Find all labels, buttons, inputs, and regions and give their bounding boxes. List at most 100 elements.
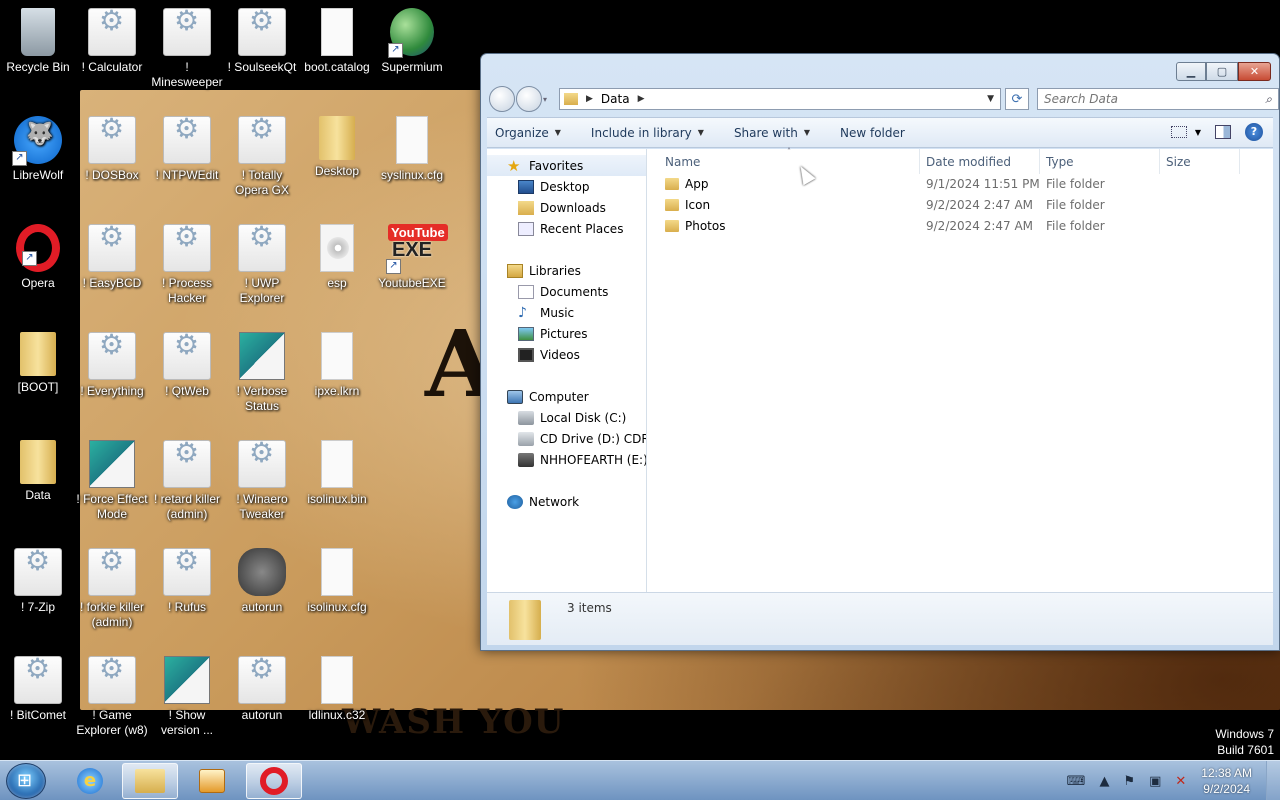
- explorer-window[interactable]: ▁ ▢ ✕ ▾ ▶ Data ▶ ▼ ⟳ ⌕ Organize ▼ Include…: [480, 53, 1280, 651]
- nav-usb-drive[interactable]: NHHOFEARTH (E:): [487, 449, 646, 470]
- taskbar-media-player[interactable]: [184, 763, 240, 799]
- file-row[interactable]: App 9/1/2024 11:51 PM File folder: [647, 174, 1273, 195]
- back-button[interactable]: [489, 86, 515, 112]
- desktop-icon-isolinux-cfg[interactable]: isolinux.cfg: [299, 548, 375, 615]
- file-row[interactable]: Icon 9/2/2024 2:47 AM File folder: [647, 195, 1273, 216]
- nav-local-disk[interactable]: Local Disk (C:): [487, 407, 646, 428]
- desktop-icon-process-hacker[interactable]: ! Process Hacker: [149, 224, 225, 306]
- desktop-icon-winaero-tweaker[interactable]: ! Winaero Tweaker: [224, 440, 300, 522]
- nav-videos[interactable]: Videos: [487, 344, 646, 365]
- desktop-icon-ipxe[interactable]: ipxe.lkrn: [299, 332, 375, 399]
- organize-button[interactable]: Organize ▼: [495, 126, 561, 140]
- taskbar-windows-explorer[interactable]: [122, 763, 178, 799]
- forward-button[interactable]: [516, 86, 542, 112]
- desktop-icon-calculator[interactable]: ! Calculator: [74, 8, 150, 75]
- taskbar-opera[interactable]: [246, 763, 302, 799]
- start-button[interactable]: [6, 763, 46, 799]
- close-button[interactable]: ✕: [1238, 62, 1271, 81]
- breadcrumb-chevron-icon[interactable]: ▶: [586, 94, 593, 104]
- nav-downloads[interactable]: Downloads: [487, 197, 646, 218]
- nav-recent-places[interactable]: Recent Places: [487, 218, 646, 239]
- address-bar[interactable]: ▶ Data ▶ ▼: [559, 88, 1001, 110]
- preview-pane-icon[interactable]: [1215, 125, 1231, 139]
- desktop-icon-game-explorer[interactable]: ! Game Explorer (w8): [74, 656, 150, 738]
- desktop-icon-show-version[interactable]: ! Show version ...: [149, 656, 225, 738]
- search-input[interactable]: [1044, 92, 1254, 106]
- show-hidden-icons-icon[interactable]: ▲: [1099, 774, 1109, 789]
- breadcrumb-chevron-icon[interactable]: ▶: [638, 94, 645, 104]
- volume-muted-icon[interactable]: ✕: [1175, 774, 1186, 789]
- column-header-size[interactable]: Size: [1166, 155, 1191, 169]
- file-list[interactable]: Name ˄ Date modified Type Size App 9/1/20…: [647, 147, 1273, 592]
- desktop-icon-recycle-bin[interactable]: Recycle Bin: [0, 8, 76, 75]
- nav-documents[interactable]: Documents: [487, 281, 646, 302]
- include-in-library-button[interactable]: Include in library ▼: [591, 126, 704, 140]
- desktop-icon-boot-catalog[interactable]: boot.catalog: [299, 8, 375, 75]
- desktop-icon-easybcd[interactable]: ! EasyBCD: [74, 224, 150, 291]
- new-folder-button[interactable]: New folder: [840, 126, 905, 140]
- search-box[interactable]: ⌕: [1037, 88, 1279, 110]
- desktop-icon-boot[interactable]: [BOOT]: [0, 332, 76, 395]
- desktop-icon-qtweb[interactable]: ! QtWeb: [149, 332, 225, 399]
- desktop-icon-desktop-folder[interactable]: Desktop: [299, 116, 375, 179]
- desktop-icon-dosbox[interactable]: ! DOSBox: [74, 116, 150, 183]
- help-icon[interactable]: ?: [1245, 123, 1263, 141]
- file-row[interactable]: Photos 9/2/2024 2:47 AM File folder: [647, 216, 1273, 237]
- keyboard-icon[interactable]: ⌨: [1067, 774, 1086, 789]
- desktop-icon-ldlinux[interactable]: ldlinux.c32: [299, 656, 375, 723]
- desktop-icon-supermium[interactable]: Supermium: [374, 8, 450, 75]
- show-desktop-button[interactable]: [1266, 761, 1280, 800]
- column-header-date-modified[interactable]: Date modified: [926, 155, 1011, 169]
- nav-network[interactable]: Network: [487, 491, 646, 512]
- column-header-name[interactable]: Name: [665, 155, 700, 169]
- desktop-icon-uwp-explorer[interactable]: ! UWP Explorer: [224, 224, 300, 306]
- column-header-type[interactable]: Type: [1046, 155, 1074, 169]
- desktop-icon-esp[interactable]: esp: [299, 224, 375, 291]
- recent-pages-dropdown[interactable]: ▾: [543, 95, 551, 104]
- desktop-icon-retard-killer[interactable]: ! retard killer (admin): [149, 440, 225, 522]
- change-view-button[interactable]: ▼: [1170, 126, 1201, 138]
- action-center-flag-icon[interactable]: ⚑: [1123, 774, 1135, 789]
- desktop-icon-syslinux-cfg[interactable]: syslinux.cfg: [374, 116, 450, 183]
- desktop-icon-force-effect-mode[interactable]: ! Force Effect Mode: [74, 440, 150, 522]
- breadcrumb-data[interactable]: Data: [601, 92, 630, 106]
- nav-favorites[interactable]: ★ Favorites: [487, 155, 646, 176]
- desktop-icon-minesweeper[interactable]: ! Minesweeper: [149, 8, 225, 90]
- desktop-icon-autorun-2[interactable]: autorun: [224, 656, 300, 723]
- desktop-icon-totally-opera-gx[interactable]: ! Totally Opera GX: [224, 116, 300, 198]
- nav-pictures[interactable]: Pictures: [487, 323, 646, 344]
- nav-desktop[interactable]: Desktop: [487, 176, 646, 197]
- nav-computer[interactable]: Computer: [487, 386, 646, 407]
- desktop-icon-youtubeexe[interactable]: YouTubeEXE YoutubeEXE: [374, 224, 450, 291]
- network-icon[interactable]: ▣: [1149, 774, 1161, 789]
- column-divider[interactable]: [1239, 149, 1240, 174]
- column-divider[interactable]: [1159, 149, 1160, 174]
- desktop-icon-soulseekqt[interactable]: ! SoulseekQt: [224, 8, 300, 75]
- maximize-button[interactable]: ▢: [1206, 62, 1238, 81]
- address-dropdown-icon[interactable]: ▼: [987, 94, 994, 104]
- desktop-icon-autorun-1[interactable]: autorun: [224, 548, 300, 615]
- desktop-icon-rufus[interactable]: ! Rufus: [149, 548, 225, 615]
- desktop-icon-opera[interactable]: Opera: [0, 224, 76, 291]
- nav-libraries[interactable]: Libraries: [487, 260, 646, 281]
- watermark-line-2: Build 7601: [1217, 743, 1274, 757]
- desktop-icon-ntpwedit[interactable]: ! NTPWEdit: [149, 116, 225, 183]
- desktop-icon-bitcomet[interactable]: ! BitComet: [0, 656, 76, 723]
- desktop-icon-isolinux-bin[interactable]: isolinux.bin: [299, 440, 375, 507]
- desktop-icon-everything[interactable]: ! Everything: [74, 332, 150, 399]
- desktop-icon-verbose-status[interactable]: ! Verbose Status: [224, 332, 300, 414]
- column-divider[interactable]: [1039, 149, 1040, 174]
- minimize-button[interactable]: ▁: [1176, 62, 1206, 81]
- navigation-pane[interactable]: ★ Favorites Desktop Downloads Recent Plac…: [487, 149, 647, 592]
- desktop-icon-forkie-killer[interactable]: ! forkie killer (admin): [74, 548, 150, 630]
- column-divider[interactable]: [919, 149, 920, 174]
- desktop-icon-7zip[interactable]: ! 7-Zip: [0, 548, 76, 615]
- taskbar-internet-explorer[interactable]: e: [62, 763, 118, 799]
- nav-music[interactable]: ♪ Music: [487, 302, 646, 323]
- share-with-button[interactable]: Share with ▼: [734, 126, 810, 140]
- clock[interactable]: 12:38 AM 9/2/2024: [1201, 765, 1252, 797]
- nav-cd-drive[interactable]: CD Drive (D:) CDROM: [487, 428, 646, 449]
- desktop-icon-librewolf[interactable]: LibreWolf: [0, 116, 76, 183]
- refresh-button[interactable]: ⟳: [1005, 88, 1029, 110]
- desktop-icon-data[interactable]: Data: [0, 440, 76, 503]
